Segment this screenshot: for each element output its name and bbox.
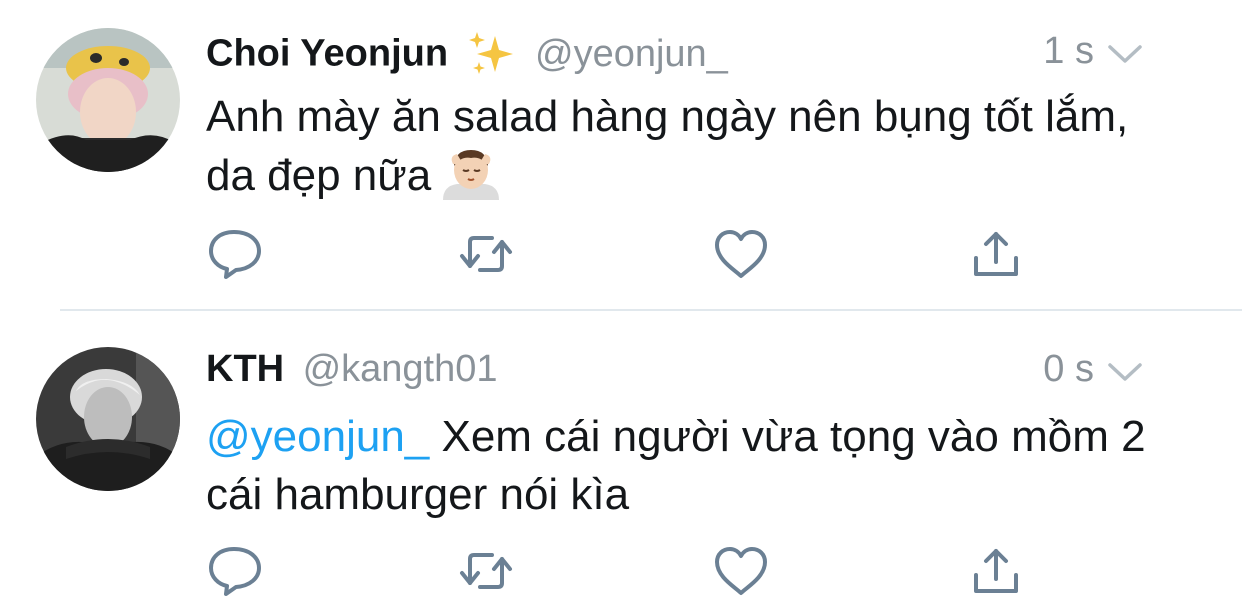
user-handle[interactable]: @kangth01 xyxy=(303,348,498,390)
tweet-actions xyxy=(206,226,1036,282)
tweet-text: @yeonjun_ Xem cái người vừa tọng vào mồm… xyxy=(206,408,1162,524)
timestamp: 0 s xyxy=(1043,348,1094,390)
share-icon xyxy=(974,549,1018,593)
sparkles-icon xyxy=(467,30,517,78)
display-name[interactable]: Choi Yeonjun xyxy=(206,33,448,75)
share-button[interactable] xyxy=(966,226,1026,282)
chevron-down-icon[interactable] xyxy=(1106,360,1144,384)
like-button[interactable] xyxy=(711,543,771,599)
share-button[interactable] xyxy=(966,543,1026,599)
like-icon xyxy=(715,230,767,278)
avatar[interactable] xyxy=(36,347,180,491)
mention-link[interactable]: @yeonjun_ xyxy=(206,412,429,461)
retweet-button[interactable] xyxy=(456,543,516,599)
reply-icon xyxy=(209,230,261,279)
timestamp: 1 s xyxy=(1043,30,1094,72)
like-icon xyxy=(715,547,767,595)
share-icon xyxy=(974,232,1018,276)
chevron-down-icon[interactable] xyxy=(1106,42,1144,66)
tweet-header: Choi Yeonjun @yeonjun_ 1 s xyxy=(206,30,1182,80)
tweet[interactable]: Choi Yeonjun @yeonjun_ 1 s Anh mày ăn sa… xyxy=(0,0,1242,310)
reply-icon xyxy=(209,547,261,596)
tweet[interactable]: KTH @kangth01 0 s @yeonjun_ Xem cái ngườ… xyxy=(0,311,1242,609)
retweet-button[interactable] xyxy=(456,226,516,282)
tweet-text: Anh mày ăn salad hàng ngày nên bụng tốt … xyxy=(206,88,1162,205)
retweet-icon xyxy=(460,236,512,272)
face-massage-icon xyxy=(441,146,501,200)
avatar-image xyxy=(36,28,180,172)
tweet-body: Anh mày ăn salad hàng ngày nên bụng tốt … xyxy=(206,92,1129,200)
reply-button[interactable] xyxy=(206,543,266,599)
avatar-image xyxy=(36,347,180,491)
like-button[interactable] xyxy=(711,226,771,282)
reply-button[interactable] xyxy=(206,226,266,282)
tweet-header: KTH @kangth01 0 s xyxy=(206,348,1182,398)
retweet-icon xyxy=(460,553,512,589)
user-handle[interactable]: @yeonjun_ xyxy=(535,33,728,75)
avatar[interactable] xyxy=(36,28,180,172)
tweet-actions xyxy=(206,543,1036,599)
display-name[interactable]: KTH xyxy=(206,348,284,390)
